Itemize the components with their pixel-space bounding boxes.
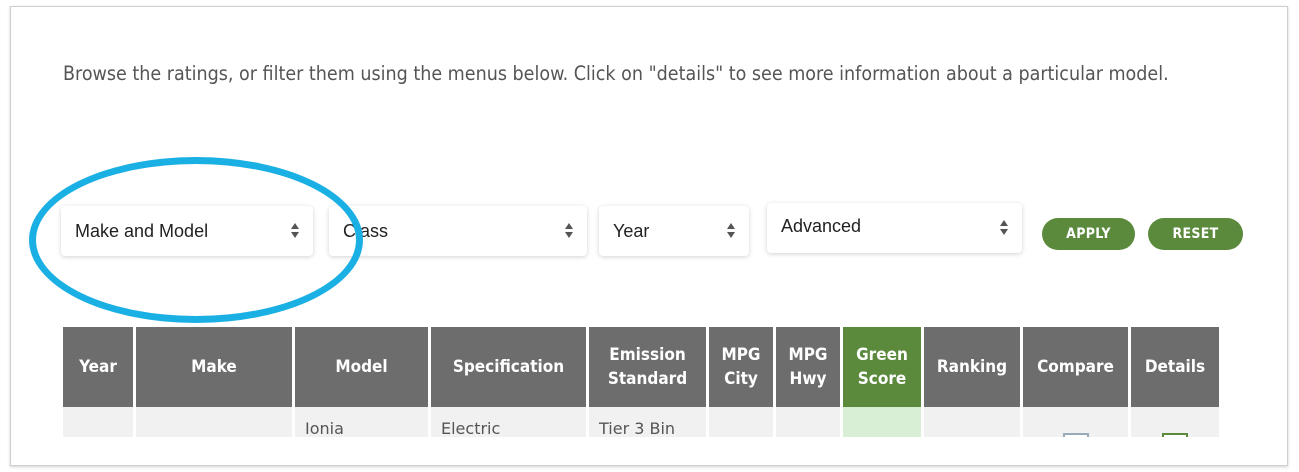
col-specification[interactable]: Specification — [431, 327, 586, 407]
make-model-label: Make and Model — [75, 221, 209, 241]
col-year[interactable]: Year — [63, 327, 133, 407]
intro-text: Browse the ratings, or filter them using… — [63, 62, 1169, 85]
make-model-select[interactable]: Make and Model — [61, 206, 313, 256]
content-frame: Browse the ratings, or filter them using… — [10, 6, 1288, 466]
advanced-label: Advanced — [781, 216, 862, 236]
apply-button[interactable]: APPLY — [1042, 218, 1135, 250]
year-label: Year — [613, 221, 650, 241]
details-checkbox[interactable] — [1162, 433, 1188, 437]
cell-specification: Electric — [431, 407, 586, 437]
col-compare[interactable]: Compare — [1023, 327, 1128, 407]
col-details[interactable]: Details — [1131, 327, 1219, 407]
cell-model: Ionia — [295, 407, 428, 437]
col-emission-standard[interactable]: Emission Standard — [589, 327, 706, 407]
select-arrows-icon — [291, 219, 301, 241]
col-mpg-hwy[interactable]: MPG Hwy — [776, 327, 840, 407]
cell-green-score — [843, 407, 921, 437]
cell-emission-standard: Tier 3 Bin — [589, 407, 706, 437]
select-arrows-icon — [727, 219, 737, 241]
cell-mpg-hwy — [776, 407, 840, 437]
compare-checkbox[interactable] — [1062, 433, 1089, 437]
reset-button[interactable]: RESET — [1148, 218, 1243, 250]
col-green-score[interactable]: Green Score — [843, 327, 921, 407]
ratings-table-wrap: Year Make Model Specification Emission S… — [63, 327, 1263, 437]
class-label: Class — [343, 221, 389, 241]
table-header-row: Year Make Model Specification Emission S… — [63, 327, 1219, 407]
col-make[interactable]: Make — [136, 327, 292, 407]
col-model[interactable]: Model — [295, 327, 428, 407]
advanced-select[interactable]: Advanced — [767, 203, 1022, 253]
col-mpg-city[interactable]: MPG City — [709, 327, 773, 407]
ratings-table: Year Make Model Specification Emission S… — [63, 327, 1222, 437]
cell-year — [63, 407, 133, 437]
cell-details — [1131, 407, 1219, 437]
class-select[interactable]: Class — [329, 206, 587, 256]
col-ranking[interactable]: Ranking — [924, 327, 1020, 407]
cell-make — [136, 407, 292, 437]
table-row: Ionia Electric Tier 3 Bin — [63, 407, 1219, 437]
year-select[interactable]: Year — [599, 206, 749, 256]
select-arrows-icon — [565, 219, 575, 241]
cell-ranking — [924, 407, 1020, 437]
select-arrows-icon — [1000, 216, 1010, 238]
cell-compare — [1023, 407, 1128, 437]
cell-mpg-city — [709, 407, 773, 437]
